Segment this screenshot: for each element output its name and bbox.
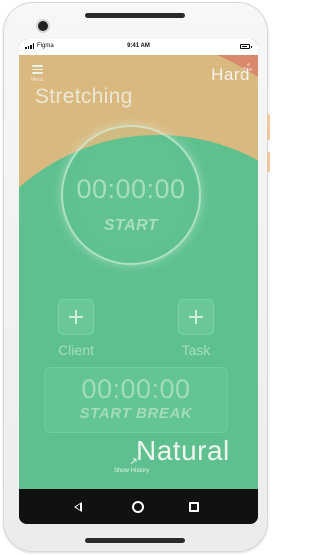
power-button (267, 152, 270, 172)
menu-label: Menu (31, 77, 44, 83)
start-break-label: START BREAK (79, 405, 193, 422)
timer-display: 00:00:00 (76, 174, 186, 204)
add-task-box (179, 300, 213, 334)
break-timer-display: 00:00:00 (81, 374, 191, 404)
screen: Figma 9:41 AM Menu Hard Stretching 00:00… (19, 39, 258, 524)
start-label: START (103, 217, 159, 234)
show-history-link[interactable]: Show History (114, 468, 149, 474)
earpiece-speaker (85, 13, 185, 18)
task-label: Task (181, 342, 211, 358)
arrow-icon (130, 458, 137, 465)
home-icon (132, 501, 144, 513)
add-client-box (59, 300, 93, 334)
add-client-button[interactable]: Client (56, 300, 96, 358)
phone-frame: Figma 9:41 AM Menu Hard Stretching 00:00… (3, 2, 270, 552)
app-screen: Menu Hard Stretching 00:00:00 START Clie… (19, 55, 258, 489)
plus-icon (69, 310, 83, 324)
start-break-button[interactable]: 00:00:00 START BREAK (45, 368, 227, 432)
volume-button (267, 114, 270, 140)
client-label: Client (58, 342, 94, 358)
status-bar: Figma 9:41 AM (19, 39, 258, 55)
difficulty-level[interactable]: Hard (211, 65, 250, 85)
menu-icon (32, 65, 43, 76)
bottom-speaker (85, 538, 185, 543)
plus-icon (189, 310, 203, 324)
battery-icon (240, 44, 252, 49)
recent-apps-icon (189, 502, 199, 512)
mode-title: Natural (136, 435, 230, 466)
menu-button[interactable]: Menu (31, 64, 45, 83)
back-icon (74, 502, 82, 512)
android-nav-bar (19, 489, 258, 524)
recent-apps-button[interactable] (184, 497, 204, 517)
start-timer-button[interactable]: 00:00:00 START (63, 127, 199, 263)
add-task-button[interactable]: Task (176, 300, 216, 358)
front-camera (38, 21, 48, 31)
back-button[interactable] (69, 497, 89, 517)
home-button[interactable] (128, 497, 148, 517)
status-time: 9:41 AM (127, 43, 150, 49)
category-title: Stretching (35, 85, 133, 108)
